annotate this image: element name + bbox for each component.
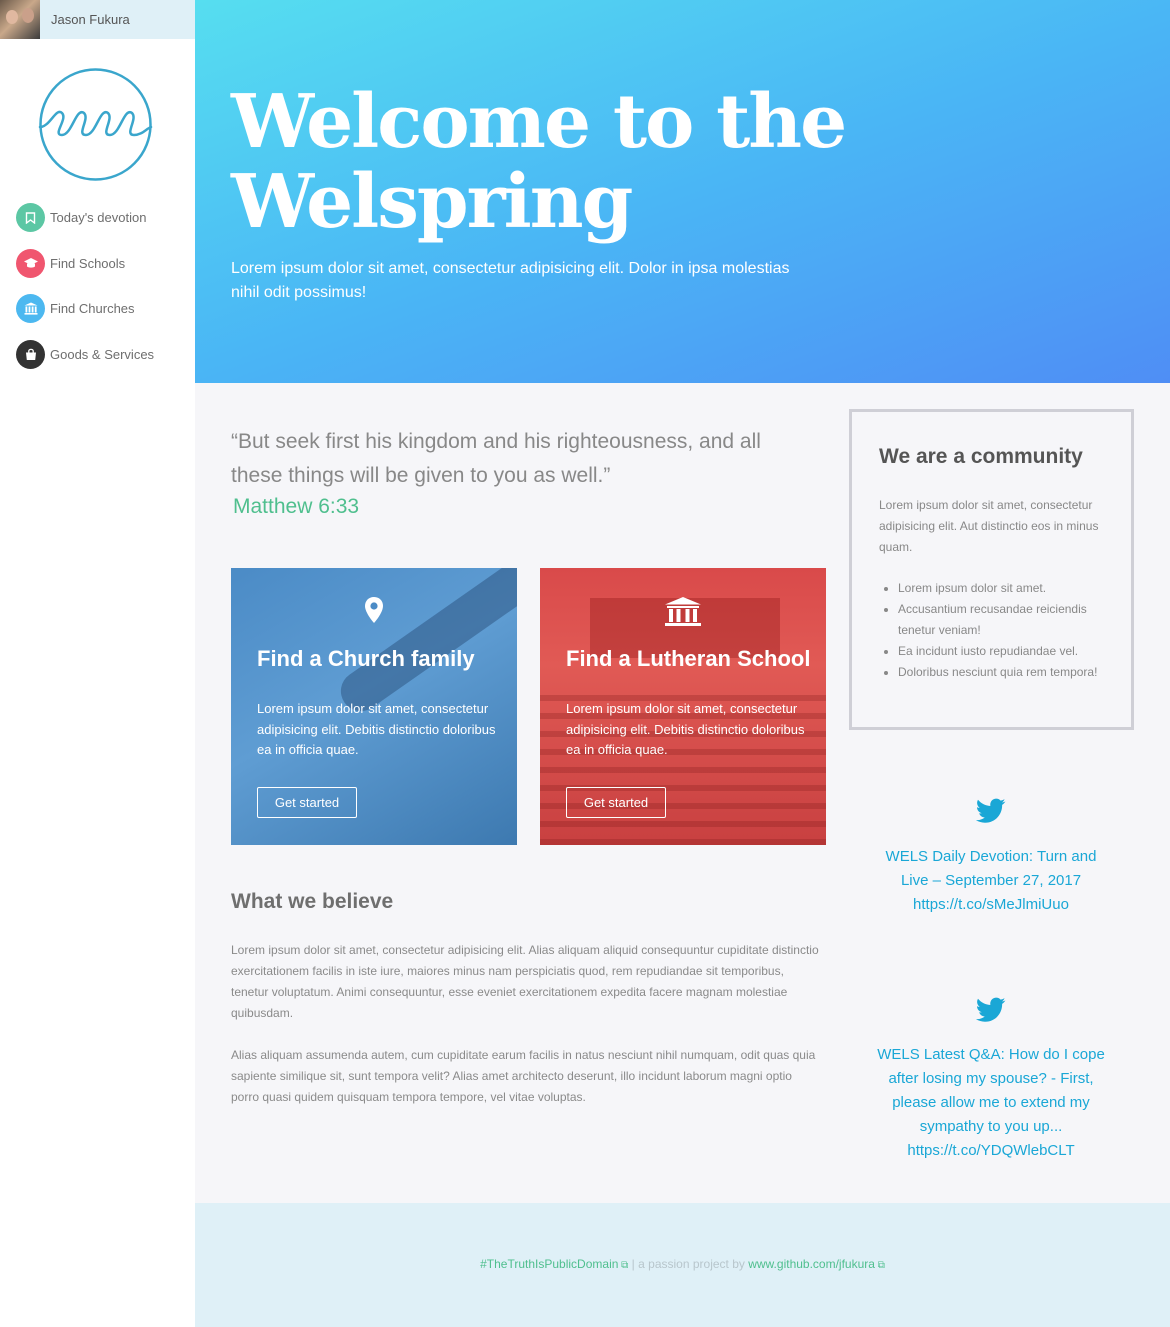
church-card: Find a Church family Lorem ipsum dolor s…: [231, 568, 517, 845]
nav-label: Today's devotion: [50, 210, 147, 225]
card-text: Lorem ipsum dolor sit amet, consectetur …: [566, 701, 805, 757]
github-link[interactable]: www.github.com/jfukura: [748, 1257, 875, 1271]
scripture-reference: Matthew 6:33: [233, 495, 360, 518]
get-started-button[interactable]: Get started: [566, 787, 666, 818]
nav-label: Find Churches: [50, 301, 135, 316]
external-link-icon: ⧉: [618, 1260, 629, 1271]
scripture-quote: “But seek first his kingdom and his righ…: [231, 430, 761, 487]
twitter-icon: [976, 997, 1006, 1022]
nav-item-todays-devotion[interactable]: Today's devotion: [16, 203, 154, 232]
graduation-cap-icon: [16, 248, 45, 278]
hero-title: Welcome to the Welspring: [231, 82, 971, 242]
school-card: Find a Lutheran School Lorem ipsum dolor…: [540, 568, 826, 845]
sidebar-nav: Today's devotion Find Schools Find Churc…: [16, 203, 154, 385]
external-link-icon: ⧉: [874, 1260, 885, 1271]
hero-banner: Welcome to the Welspring Lorem ipsum dol…: [195, 0, 1170, 383]
community-box: We are a community Lorem ipsum dolor sit…: [849, 409, 1134, 730]
list-item: Lorem ipsum dolor sit amet.: [898, 578, 1113, 599]
list-item: Accusantium recusandae reiciendis tenetu…: [898, 599, 1113, 641]
card-background-image: [333, 568, 517, 719]
list-item: Ea incidunt iusto repudiandae vel.: [898, 641, 1113, 662]
get-started-button[interactable]: Get started: [257, 787, 357, 818]
community-title: We are a community: [879, 445, 1083, 468]
nav-label: Find Schools: [50, 255, 126, 271]
community-text: Lorem ipsum dolor sit amet, consectetur …: [879, 498, 1099, 554]
card-title: Find a Lutheran School: [566, 646, 811, 671]
card-title: Find a Church family: [257, 646, 475, 671]
list-item: Doloribus nesciunt quia rem tempora!: [898, 662, 1113, 683]
community-list: Lorem ipsum dolor sit amet. Accusantium …: [898, 578, 1113, 683]
shopping-bag-icon: [16, 339, 45, 369]
user-name[interactable]: Jason Fukura: [51, 12, 130, 27]
institution-icon: [16, 294, 45, 323]
nav-label: Goods & Services: [50, 346, 155, 362]
map-marker-icon: [231, 596, 517, 629]
welspring-logo[interactable]: [38, 67, 153, 182]
footer-text: a passion project by: [638, 1257, 745, 1271]
believe-paragraph: Alias aliquam assumenda autem, cum cupid…: [231, 1048, 816, 1104]
believe-title: What we believe: [231, 890, 394, 913]
sidebar: Jason Fukura Today's devotion Find Schoo…: [0, 0, 195, 1327]
hero-title-line1: Welcome to the: [231, 79, 847, 165]
footer: #TheTruthIsPublicDomain ⧉ | a passion pr…: [195, 1203, 1170, 1327]
twitter-icon: [976, 798, 1006, 823]
footer-line: #TheTruthIsPublicDomain ⧉ | a passion pr…: [195, 1257, 1170, 1271]
bookmark-icon: [16, 203, 45, 232]
avatar[interactable]: [0, 0, 40, 39]
user-bar[interactable]: Jason Fukura: [0, 0, 195, 39]
nav-item-find-churches[interactable]: Find Churches: [16, 294, 154, 323]
nav-item-goods-services[interactable]: Goods & Services: [16, 339, 155, 369]
card-text: Lorem ipsum dolor sit amet, consectetur …: [257, 701, 496, 757]
footer-separator: |: [631, 1257, 635, 1271]
hero-title-line2: Welspring: [231, 159, 633, 245]
hashtag-link[interactable]: #TheTruthIsPublicDomain: [480, 1257, 618, 1271]
tweet-link[interactable]: WELS Daily Devotion: Turn and Live – Sep…: [870, 845, 1112, 917]
nav-item-find-schools[interactable]: Find Schools: [16, 248, 154, 278]
tweet-link[interactable]: WELS Latest Q&A: How do I cope after los…: [870, 1043, 1112, 1163]
believe-paragraph: Lorem ipsum dolor sit amet, consectetur …: [231, 943, 819, 1020]
hero-subtitle: Lorem ipsum dolor sit amet, consectetur …: [231, 260, 790, 301]
institution-icon: [540, 596, 826, 633]
